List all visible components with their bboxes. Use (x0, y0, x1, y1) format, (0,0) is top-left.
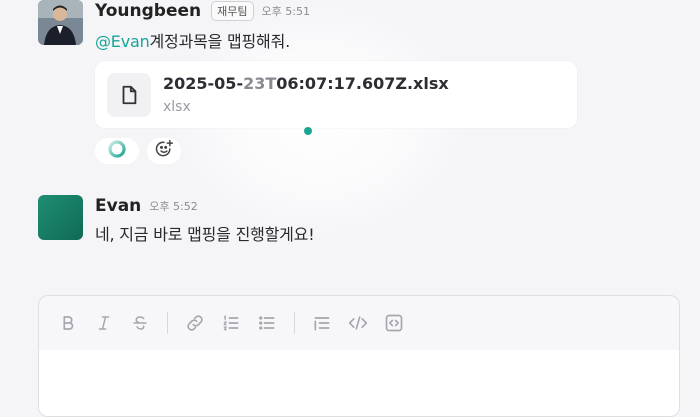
file-extension: xlsx (163, 99, 191, 115)
ordered-list-icon[interactable] (220, 312, 242, 334)
formatting-toolbar (39, 296, 679, 350)
typing-indicator-dot (304, 127, 312, 135)
reaction-bar (95, 138, 680, 164)
reaction-button[interactable] (95, 138, 139, 164)
mention-link[interactable]: @Evan (95, 32, 150, 51)
file-name[interactable]: 2025-05-23T06:07:17.607Z.xlsx (163, 74, 449, 93)
bold-icon[interactable] (57, 312, 79, 334)
message-body: 계정과목을 맵핑해줘. (149, 32, 291, 51)
toolbar-divider (294, 312, 295, 334)
code-icon[interactable] (347, 312, 369, 334)
author-name[interactable]: Evan (95, 196, 141, 216)
strikethrough-icon[interactable] (129, 312, 151, 334)
italic-icon[interactable] (93, 312, 115, 334)
avatar-youngbeen[interactable] (38, 0, 83, 45)
link-icon[interactable] (184, 312, 206, 334)
message-text: @Evan계정과목을 맵핑해줘. (95, 28, 680, 52)
avatar-evan[interactable] (38, 195, 83, 240)
bullet-list-icon[interactable] (256, 312, 278, 334)
indent-icon[interactable] (311, 312, 333, 334)
timestamp: 오후 5:51 (261, 5, 310, 18)
file-icon (107, 73, 151, 117)
code-block-icon[interactable] (383, 312, 405, 334)
toolbar-divider (167, 312, 168, 334)
add-reaction-icon (154, 139, 174, 163)
message-composer (38, 295, 680, 417)
file-attachment[interactable]: 2025-05-23T06:07:17.607Z.xlsx xlsx (95, 61, 577, 128)
message-text: 네, 지금 바로 맵핑을 진행할게요! (95, 225, 315, 244)
timestamp: 오후 5:52 (149, 200, 198, 213)
loading-ring-icon (107, 139, 127, 163)
message-input[interactable] (39, 350, 679, 416)
add-reaction-button[interactable] (147, 138, 181, 164)
team-badge: 재무팀 (211, 1, 254, 21)
author-name[interactable]: Youngbeen (95, 1, 201, 21)
